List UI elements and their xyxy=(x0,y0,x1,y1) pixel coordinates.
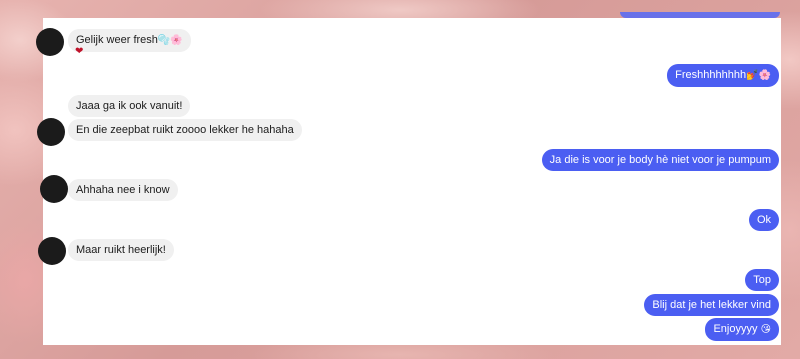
outgoing-message[interactable]: Enjoyyyy 😘 xyxy=(705,318,779,341)
message-text: Ok xyxy=(756,214,771,226)
incoming-message[interactable]: En die zeepbat ruikt zoooo lekker he hah… xyxy=(68,119,302,141)
message-emoji: 😘 xyxy=(760,324,771,335)
avatar[interactable] xyxy=(38,237,66,265)
outgoing-message[interactable]: Ok xyxy=(748,209,779,231)
incoming-message[interactable]: Maar ruikt heerlijk! xyxy=(68,239,174,261)
heart-reaction-icon[interactable]: ❤ xyxy=(75,46,83,57)
avatar[interactable] xyxy=(37,118,65,146)
message-text: Ahhaha nee i know xyxy=(76,184,170,196)
avatar[interactable] xyxy=(40,175,68,203)
avatar[interactable] xyxy=(36,28,64,56)
outgoing-message[interactable]: Blij dat je het lekker vind xyxy=(644,294,779,316)
message-text: Freshhhhhhhh xyxy=(675,69,747,81)
incoming-message[interactable]: Ahhaha nee i know xyxy=(68,179,178,201)
message-text: Ja die is voor je body hè niet voor je p… xyxy=(549,154,771,166)
outgoing-message[interactable]: Top xyxy=(745,269,779,291)
outgoing-message[interactable]: Freshhhhhhhh💅🌸 xyxy=(667,64,779,87)
message-text: Top xyxy=(753,274,771,286)
outgoing-message[interactable]: Ja die is voor je body hè niet voor je p… xyxy=(541,149,779,171)
message-text: Maar ruikt heerlijk! xyxy=(76,244,166,256)
message-emoji: 💅🌸 xyxy=(746,70,771,81)
message-text: Gelijk weer fresh xyxy=(76,34,158,46)
message-text: En die zeepbat ruikt zoooo lekker he hah… xyxy=(76,124,294,136)
message-text: Jaaa ga ik ook vanuit! xyxy=(76,100,183,112)
incoming-message[interactable]: Gelijk weer fresh🫧🌸 xyxy=(68,29,191,52)
incoming-message[interactable]: Jaaa ga ik ook vanuit! xyxy=(68,95,191,117)
message-text: Blij dat je het lekker vind xyxy=(652,299,771,311)
message-text: Enjoyyyy xyxy=(713,323,758,335)
message-emoji: 🫧🌸 xyxy=(157,35,183,46)
